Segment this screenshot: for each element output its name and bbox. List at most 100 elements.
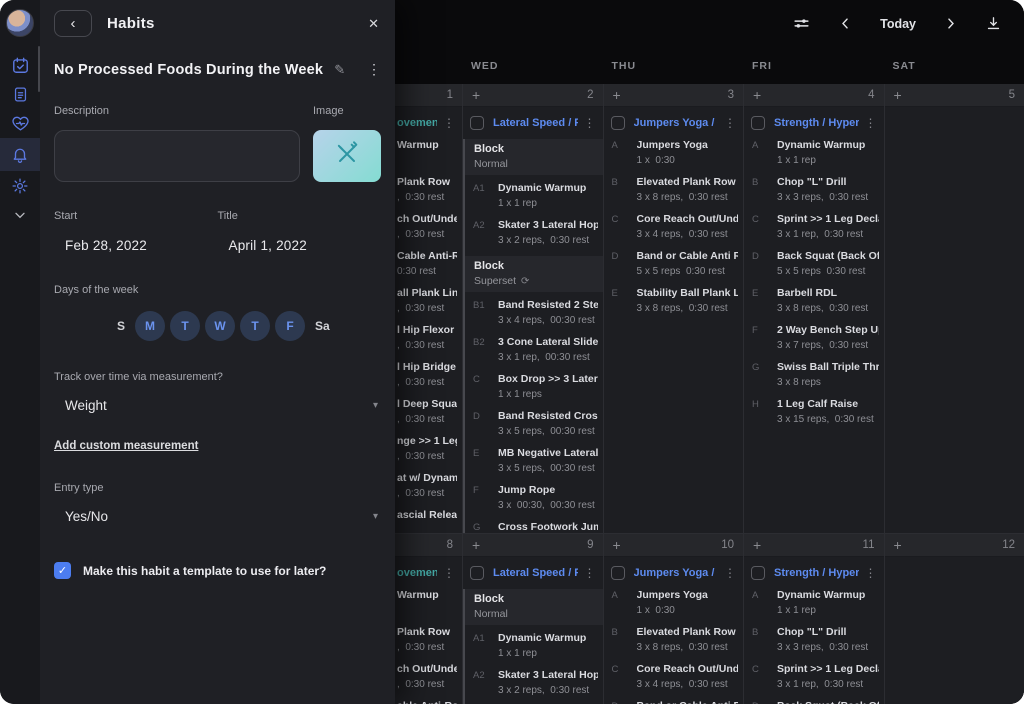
exercise-item[interactable]: all Plank Linear ..., 0:30 rest bbox=[395, 287, 462, 314]
edit-pencil-icon[interactable]: ✎ bbox=[334, 62, 345, 78]
exercise-item[interactable]: GCross Footwork Jump Rope3 x 00:30, 00:3… bbox=[465, 521, 603, 533]
exercise-item[interactable]: EBarbell RDL3 x 8 reps, 0:30 rest bbox=[744, 287, 884, 314]
workout-checkbox[interactable] bbox=[611, 116, 625, 130]
habit-image-tile[interactable] bbox=[313, 130, 381, 182]
exercise-item[interactable]: A1Dynamic Warmup1 x 1 rep bbox=[465, 632, 603, 659]
workout-checkbox[interactable] bbox=[470, 116, 484, 130]
exercise-item[interactable]: EStability Ball Plank Linear ...3 x 8 re… bbox=[604, 287, 744, 314]
exercise-item[interactable]: DBand or Cable Anti Rotati... bbox=[604, 700, 744, 704]
workout-title[interactable]: ovement Q... bbox=[397, 117, 437, 129]
exercise-item[interactable]: B23 Cone Lateral Slide3 x 1 rep, 00:30 r… bbox=[465, 336, 603, 363]
workout-title[interactable]: Lateral Speed / Plyo bbox=[493, 567, 578, 579]
workout-title[interactable]: Jumpers Yoga / Core bbox=[634, 567, 719, 579]
exercise-item[interactable]: ch Out/Under, 0:30 rest bbox=[395, 663, 462, 690]
kebab-menu-icon[interactable]: ⋮ bbox=[865, 566, 877, 580]
close-icon[interactable]: ✕ bbox=[368, 16, 379, 32]
exercise-item[interactable]: ascial Release C... bbox=[395, 509, 462, 533]
kebab-menu-icon[interactable]: ⋮ bbox=[865, 116, 877, 130]
start-date-value[interactable]: Feb 28, 2022 bbox=[54, 238, 218, 253]
kebab-menu-icon[interactable]: ⋮ bbox=[584, 116, 596, 130]
exercise-item[interactable]: A2Skater 3 Lateral Hops >> ...3 x 2 reps… bbox=[465, 669, 603, 696]
exercise-item[interactable]: at w/ Dynamic P..., 0:30 rest bbox=[395, 472, 462, 499]
exercise-item[interactable]: Plank Row, 0:30 rest bbox=[395, 626, 462, 653]
exercise-item[interactable]: DBand or Cable Anti Rotati...5 x 5 reps … bbox=[604, 250, 744, 277]
kebab-menu-icon[interactable]: ⋮ bbox=[443, 116, 455, 130]
exercise-item[interactable]: l Hip Bridge w/ ..., 0:30 rest bbox=[395, 361, 462, 388]
sidebar-item-document[interactable] bbox=[0, 80, 40, 109]
exercise-item[interactable]: l Hip Flexor Rais..., 0:30 rest bbox=[395, 324, 462, 351]
exercise-item[interactable]: CCore Reach Out/Under3 x 4 reps, 0:30 re… bbox=[604, 663, 744, 690]
add-workout-button[interactable]: + bbox=[472, 88, 480, 102]
back-button[interactable]: ‹ bbox=[54, 10, 92, 37]
workout-title[interactable]: ovement Q... bbox=[397, 567, 437, 579]
measurement-select[interactable]: Weight ▾ bbox=[54, 398, 381, 413]
exercise-item[interactable]: CSprint >> 1 Leg Declarations3 x 1 rep, … bbox=[744, 663, 884, 690]
exercise-item[interactable]: H1 Leg Calf Raise3 x 15 reps, 0:30 rest bbox=[744, 398, 884, 425]
day-toggle-w[interactable]: W bbox=[205, 311, 235, 341]
exercise-item[interactable]: F2 Way Bench Step Up3 x 7 reps, 0:30 res… bbox=[744, 324, 884, 351]
next-chevron-icon[interactable] bbox=[943, 16, 958, 31]
end-date-value[interactable]: April 1, 2022 bbox=[218, 238, 382, 253]
exercise-item[interactable]: ch Out/Under, 0:30 rest bbox=[395, 213, 462, 240]
exercise-item[interactable]: FJump Rope3 x 00:30, 00:30 rest bbox=[465, 484, 603, 511]
today-button[interactable]: Today bbox=[880, 17, 916, 31]
kebab-menu-icon[interactable]: ⋮ bbox=[367, 61, 381, 78]
template-checkbox[interactable]: ✓ bbox=[54, 562, 71, 579]
exercise-item[interactable]: A1Dynamic Warmup1 x 1 rep bbox=[465, 182, 603, 209]
exercise-item[interactable]: BElevated Plank Row3 x 8 reps, 0:30 rest bbox=[604, 176, 744, 203]
sidebar-item-gear[interactable] bbox=[0, 171, 40, 200]
sidebar-item-calendar-check[interactable] bbox=[0, 51, 40, 80]
sidebar-item-heart-care[interactable] bbox=[0, 109, 40, 138]
exercise-item[interactable]: nge >> 1 Leg St..., 0:30 rest bbox=[395, 435, 462, 462]
exercise-item[interactable]: CBox Drop >> 3 Lateral H...1 x 1 reps bbox=[465, 373, 603, 400]
exercise-item[interactable]: ADynamic Warmup1 x 1 rep bbox=[744, 589, 884, 616]
exercise-item[interactable]: BChop "L" Drill3 x 3 reps, 0:30 rest bbox=[744, 176, 884, 203]
add-workout-button[interactable]: + bbox=[472, 538, 480, 552]
kebab-menu-icon[interactable]: ⋮ bbox=[584, 566, 596, 580]
exercise-item[interactable]: CSprint >> 1 Leg Declarations3 x 1 rep, … bbox=[744, 213, 884, 240]
exercise-item[interactable]: Plank Row, 0:30 rest bbox=[395, 176, 462, 203]
exercise-item[interactable]: A2Skater 3 Lateral Hops >> ...3 x 2 reps… bbox=[465, 219, 603, 246]
add-workout-button[interactable]: + bbox=[894, 538, 902, 552]
sidebar-item-bell[interactable] bbox=[0, 138, 40, 171]
exercise-item[interactable]: AJumpers Yoga1 x 0:30 bbox=[604, 589, 744, 616]
sidebar-item-chevron-down[interactable] bbox=[0, 200, 40, 229]
add-workout-button[interactable]: + bbox=[753, 88, 761, 102]
workout-title[interactable]: Strength / Hypertro... bbox=[774, 567, 859, 579]
day-toggle-t[interactable]: T bbox=[170, 311, 200, 341]
workout-checkbox[interactable] bbox=[470, 566, 484, 580]
avatar[interactable] bbox=[6, 9, 34, 37]
kebab-menu-icon[interactable]: ⋮ bbox=[443, 566, 455, 580]
exercise-item[interactable]: ADynamic Warmup1 x 1 rep bbox=[744, 139, 884, 166]
add-workout-button[interactable]: + bbox=[894, 88, 902, 102]
exercise-item[interactable]: DBand Resisted Crossover...3 x 5 reps, 0… bbox=[465, 410, 603, 437]
exercise-item[interactable]: GSwiss Ball Triple Threat3 x 8 reps bbox=[744, 361, 884, 388]
workout-checkbox[interactable] bbox=[751, 116, 765, 130]
description-textarea[interactable] bbox=[54, 130, 300, 182]
workout-title[interactable]: Lateral Speed / Plyo bbox=[493, 117, 578, 129]
download-icon[interactable] bbox=[985, 15, 1002, 32]
exercise-item[interactable]: l Deep Squat Mo..., 0:30 rest bbox=[395, 398, 462, 425]
prev-chevron-icon[interactable] bbox=[838, 16, 853, 31]
exercise-item[interactable]: Warmup bbox=[395, 589, 462, 616]
exercise-item[interactable]: Warmup bbox=[395, 139, 462, 166]
workout-checkbox[interactable] bbox=[751, 566, 765, 580]
workout-checkbox[interactable] bbox=[611, 566, 625, 580]
exercise-item[interactable]: EMB Negative Lateral Hop...3 x 5 reps, 0… bbox=[465, 447, 603, 474]
day-toggle-f[interactable]: F bbox=[275, 311, 305, 341]
day-toggle-m[interactable]: M bbox=[135, 311, 165, 341]
exercise-item[interactable]: AJumpers Yoga1 x 0:30 bbox=[604, 139, 744, 166]
exercise-item[interactable]: BElevated Plank Row3 x 8 reps, 0:30 rest bbox=[604, 626, 744, 653]
day-toggle-s[interactable]: S bbox=[112, 311, 130, 341]
exercise-item[interactable]: able Anti-Rotati... bbox=[395, 700, 462, 704]
day-toggle-t[interactable]: T bbox=[240, 311, 270, 341]
add-workout-button[interactable]: + bbox=[753, 538, 761, 552]
kebab-menu-icon[interactable]: ⋮ bbox=[724, 566, 736, 580]
day-toggle-sa[interactable]: Sa bbox=[310, 311, 335, 341]
filter-sliders-icon[interactable] bbox=[792, 14, 811, 33]
exercise-item[interactable]: DBack Squat (Back Off Set)5 x 5 reps 0:3… bbox=[744, 250, 884, 277]
entry-type-select[interactable]: Yes/No ▾ bbox=[54, 509, 381, 524]
exercise-item[interactable]: CCore Reach Out/Under3 x 4 reps, 0:30 re… bbox=[604, 213, 744, 240]
workout-title[interactable]: Strength / Hypertro... bbox=[774, 117, 859, 129]
exercise-item[interactable]: Cable Anti-Rotati...0:30 rest bbox=[395, 250, 462, 277]
